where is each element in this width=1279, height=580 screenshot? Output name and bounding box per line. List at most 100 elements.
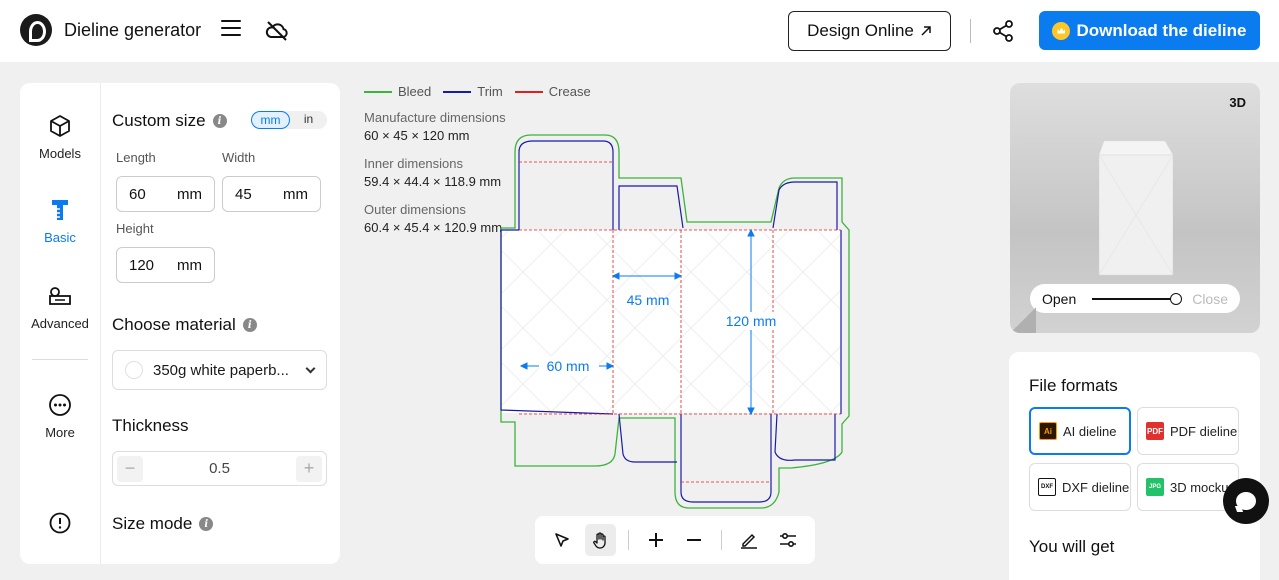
open-close-slider[interactable]: [1092, 292, 1183, 305]
thickness-value[interactable]: 0.5: [209, 460, 230, 477]
top-bar: Dieline generator Design Online Download…: [0, 0, 1279, 62]
format-dxf-button[interactable]: DXF DXF dieline: [1029, 463, 1131, 511]
chevron-down-icon: [305, 363, 316, 373]
nav-label-basic: Basic: [44, 230, 76, 245]
share-icon[interactable]: [991, 19, 1015, 43]
dim-label: Outer dimensions: [364, 202, 466, 217]
fold-corner-icon[interactable]: [1010, 307, 1036, 333]
canvas-toolbar: [535, 516, 815, 564]
design-online-label: Design Online: [807, 21, 914, 40]
edit-tool[interactable]: [734, 524, 764, 556]
height-value: 120: [129, 256, 155, 274]
length-field[interactable]: 60 mm: [116, 176, 215, 212]
dim-value: 60 × 45 × 120 mm: [364, 128, 470, 143]
material-label: Choose material: [112, 315, 236, 334]
zoom-out-button[interactable]: [679, 524, 709, 556]
info-icon[interactable]: i: [199, 517, 214, 531]
box-mockup: [1099, 140, 1173, 276]
width-field[interactable]: 45 mm: [222, 176, 321, 212]
info-icon[interactable]: i: [242, 318, 257, 332]
cube-icon: [50, 115, 70, 137]
select-tool[interactable]: [547, 524, 577, 556]
divider: [721, 530, 723, 550]
dxf-file-icon: DXF: [1038, 478, 1056, 496]
width-label: Width: [222, 150, 256, 165]
unit-suffix: mm: [283, 185, 308, 203]
advanced-icon: [49, 287, 71, 305]
download-label: Download the dieline: [1076, 20, 1247, 40]
logo[interactable]: [20, 14, 52, 46]
nav-item-advanced[interactable]: Advanced: [20, 283, 100, 333]
ai-file-icon: Ai: [1039, 422, 1057, 440]
info-icon[interactable]: i: [212, 114, 227, 128]
unit-toggle[interactable]: mm in: [251, 111, 327, 129]
cursor-icon: [555, 533, 569, 547]
nav-item-models[interactable]: Models: [20, 113, 100, 163]
nav-item-basic[interactable]: Basic: [20, 197, 100, 247]
design-online-button[interactable]: Design Online: [788, 11, 951, 51]
increment-button[interactable]: +: [295, 455, 322, 482]
material-value: 350g white paperb...: [153, 361, 289, 379]
open-close-control: Open Close: [1030, 284, 1240, 313]
arrow-up-right-icon: [921, 26, 931, 36]
height-label: Height: [116, 221, 154, 236]
pan-tool[interactable]: [585, 524, 616, 556]
length-dim-label: 60 mm: [547, 358, 590, 374]
plus-icon: [648, 533, 663, 547]
menu-icon[interactable]: [221, 20, 241, 40]
dim-value: 60.4 × 45.4 × 120.9 mm: [364, 220, 503, 235]
unit-suffix: mm: [177, 185, 202, 203]
dieline-canvas[interactable]: 60 mm 45 mm 120 mm: [495, 132, 855, 512]
file-formats-panel: File formats Ai AI dieline PDF PDF dieli…: [1009, 352, 1260, 580]
open-label: Open: [1042, 290, 1077, 307]
sliders-icon: [779, 532, 796, 548]
nav-label-models: Models: [39, 146, 81, 161]
height-field[interactable]: 120 mm: [116, 247, 215, 283]
width-value: 45: [235, 185, 252, 203]
format-label: AI dieline: [1063, 423, 1117, 439]
unit-suffix: mm: [177, 256, 202, 274]
dim-value: 59.4 × 44.4 × 118.9 mm: [364, 174, 502, 189]
custom-size-title: Custom size i: [112, 111, 227, 131]
size-mode-title: Size mode i: [112, 514, 214, 534]
unit-mm[interactable]: mm: [251, 111, 290, 129]
hand-icon: [592, 532, 606, 549]
3d-view-button[interactable]: 3D: [1229, 95, 1246, 110]
unit-in[interactable]: in: [290, 111, 327, 129]
divider: [32, 359, 88, 360]
format-pdf-button[interactable]: PDF PDF dieline: [1137, 407, 1239, 455]
download-dieline-button[interactable]: Download the dieline: [1039, 11, 1260, 50]
nav-item-more[interactable]: More: [20, 392, 100, 442]
chat-button[interactable]: [1223, 478, 1269, 524]
legend-trim: Trim: [443, 84, 503, 99]
material-title: Choose material i: [112, 315, 257, 335]
you-will-get-title: You will get: [1029, 537, 1115, 556]
format-ai-button[interactable]: Ai AI dieline: [1029, 407, 1131, 455]
nav-label-advanced: Advanced: [31, 316, 89, 331]
nav-label-more: More: [45, 425, 75, 440]
zoom-in-button[interactable]: [641, 524, 671, 556]
height-dim-label: 120 mm: [726, 313, 777, 329]
material-select[interactable]: 350g white paperb...: [112, 350, 327, 390]
cloud-off-icon[interactable]: [264, 18, 290, 44]
pdf-file-icon: PDF: [1146, 422, 1164, 440]
app-title: Dieline generator: [64, 20, 202, 40]
legend-label: Crease: [548, 84, 591, 99]
format-label: PDF dieline: [1170, 423, 1238, 439]
thickness-title: Thickness: [112, 416, 189, 436]
divider: [627, 530, 629, 550]
alert-icon[interactable]: [48, 511, 72, 535]
divider: [970, 19, 971, 43]
side-nav: Models Basic Advanced More: [20, 83, 101, 564]
decrement-button[interactable]: −: [117, 455, 143, 482]
settings-tool[interactable]: [773, 524, 803, 556]
slider-knob[interactable]: [1170, 292, 1183, 305]
legend-label: Bleed: [398, 84, 432, 99]
minus-icon: [687, 539, 702, 541]
dieline-legend: Bleed Trim Crease: [364, 84, 591, 99]
legend-bleed: Bleed: [364, 84, 431, 99]
length-label: Length: [116, 150, 156, 165]
close-label: Close: [1192, 290, 1228, 307]
3d-preview[interactable]: 3D Open Close: [1010, 83, 1260, 333]
size-mode-label: Size mode: [112, 514, 193, 533]
